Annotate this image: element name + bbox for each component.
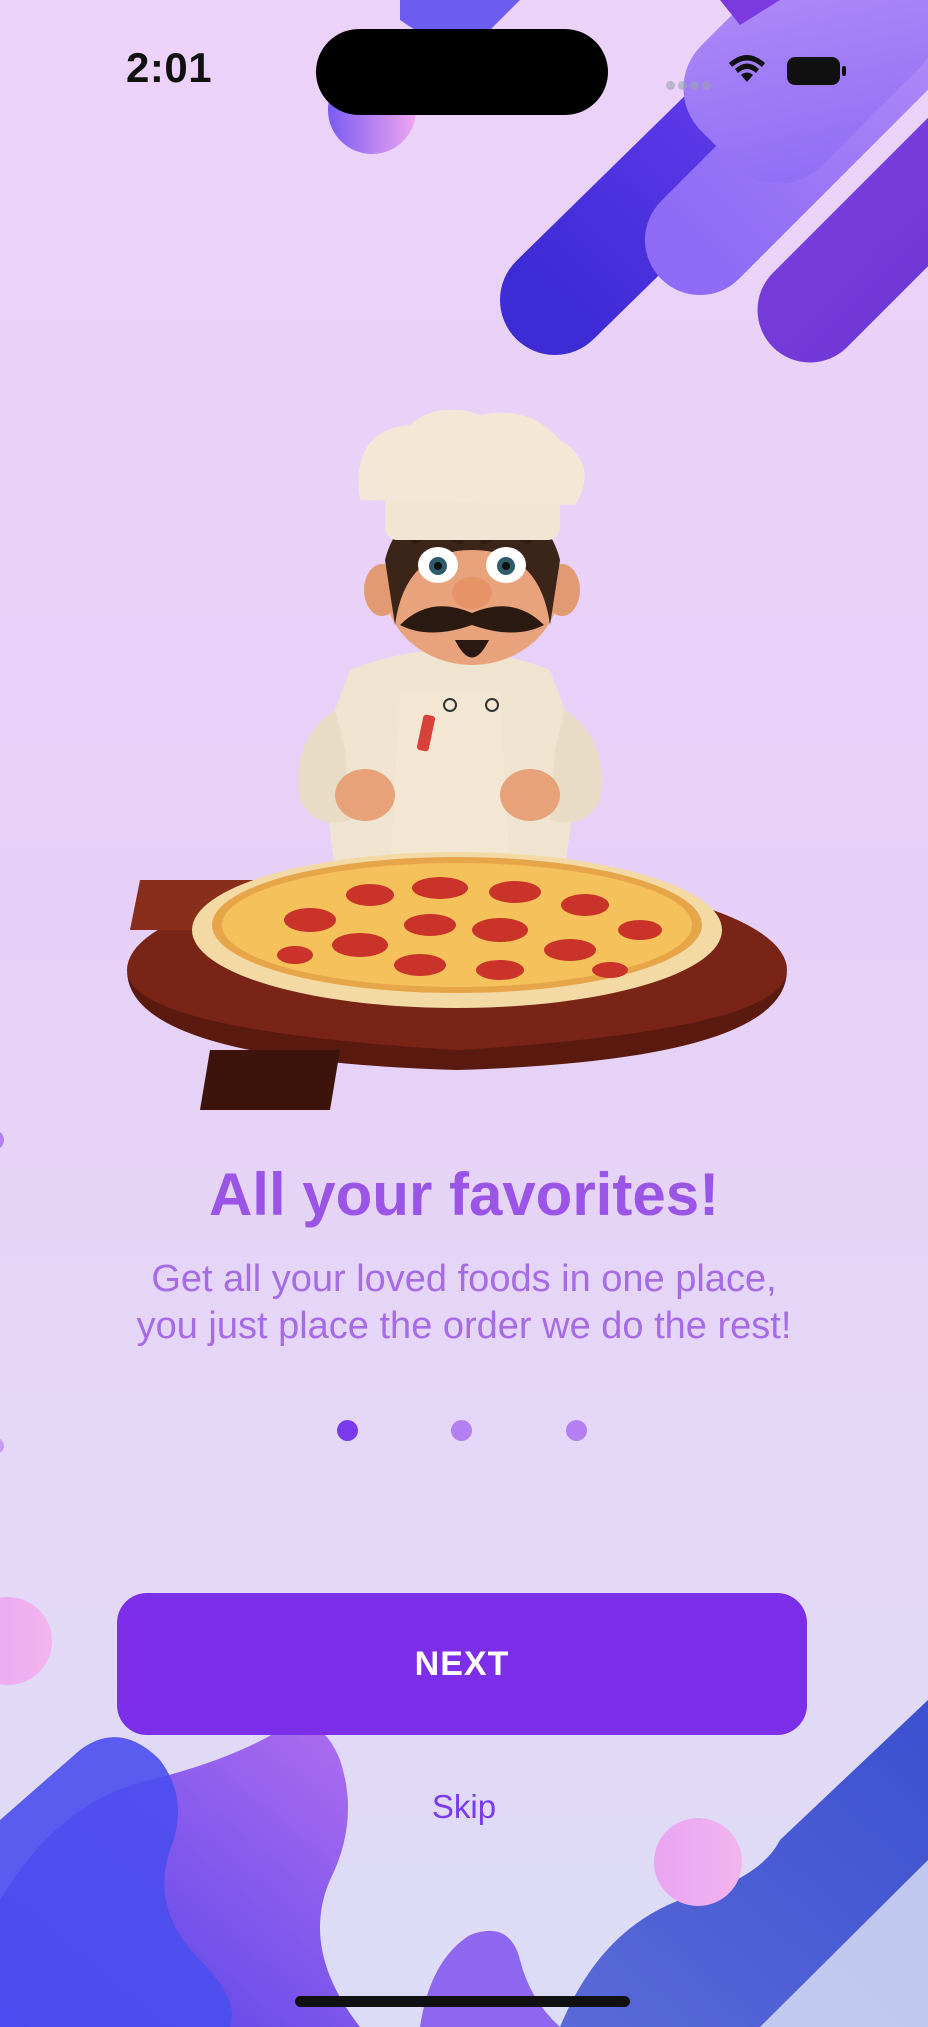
battery-icon bbox=[787, 57, 846, 85]
page-indicator-dot[interactable] bbox=[566, 1420, 587, 1441]
page-indicator bbox=[0, 1420, 928, 1442]
signal-dots-icon bbox=[666, 77, 714, 95]
skip-link[interactable]: Skip bbox=[0, 1788, 928, 1826]
wifi-icon bbox=[729, 55, 765, 82]
home-indicator bbox=[295, 1996, 630, 2007]
onboarding-title: All your favorites! bbox=[208, 1161, 720, 1228]
dynamic-island bbox=[316, 29, 608, 115]
chef-with-pizza-illustration bbox=[127, 410, 787, 1110]
page-indicator-dot[interactable] bbox=[451, 1420, 472, 1441]
next-button[interactable]: NEXT bbox=[117, 1593, 807, 1735]
status-time: 2:01 bbox=[126, 44, 213, 91]
subtitle-line: you just place the order we do the rest! bbox=[136, 1305, 792, 1347]
subtitle-line: Get all your loved foods in one place, bbox=[151, 1258, 777, 1300]
onboarding-subtitle: Get all your loved foods in one place, y… bbox=[60, 1256, 868, 1350]
page-indicator-dot[interactable] bbox=[337, 1420, 358, 1441]
